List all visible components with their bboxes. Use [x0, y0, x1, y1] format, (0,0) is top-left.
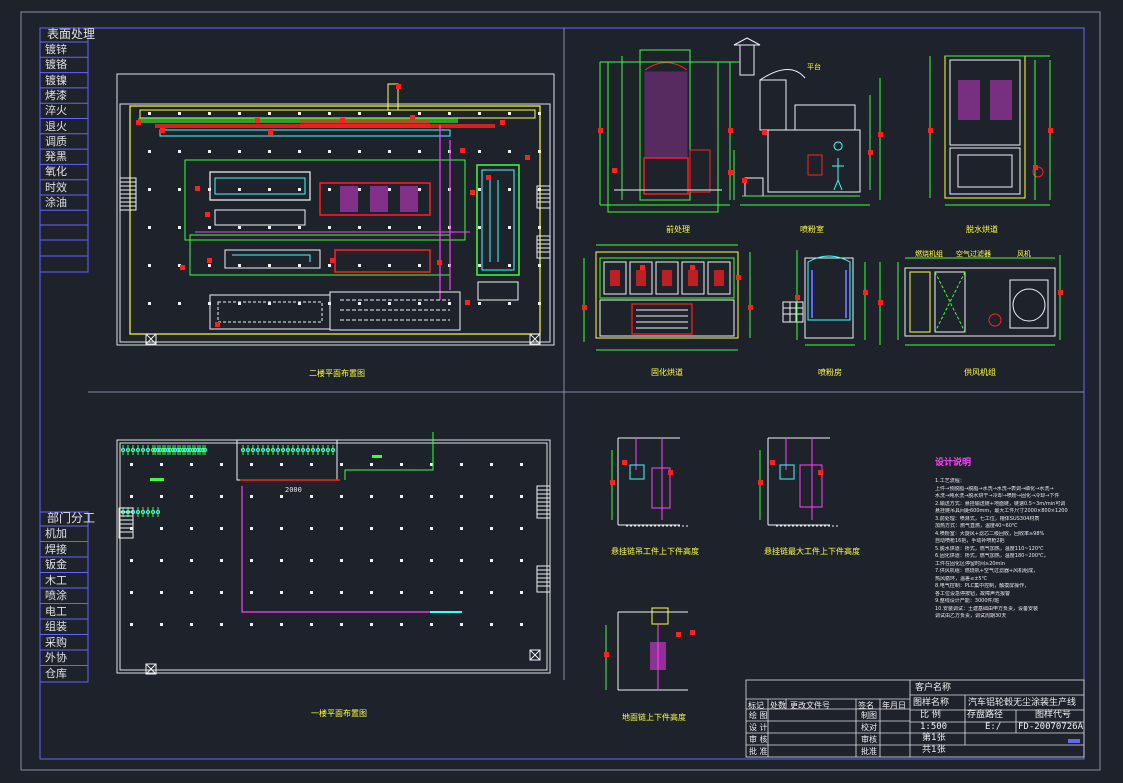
- sheet-total: 共1张: [922, 745, 946, 755]
- dehydration-oven-view: [944, 55, 1044, 199]
- client-label: 客户名称: [915, 683, 952, 693]
- lift-caption-1: 悬挂链吊工件上下件高度: [611, 547, 699, 556]
- notes-line: 自动喷枪16把，手动补喷枪2把: [935, 538, 1005, 544]
- notes-line: 各工位设急停按钮，故障声光报警: [935, 590, 1011, 597]
- department-item: 焊接: [45, 542, 67, 556]
- floor2-caption: 二楼平面布置图: [309, 369, 365, 378]
- department-item: 外协: [45, 651, 67, 664]
- lift-detail-1: [617, 437, 690, 527]
- fan-unit-view: [904, 267, 1056, 337]
- notes-line: 5.脱水烘道：桥式，燃气加热，温度110~120℃: [935, 545, 1044, 552]
- revision-header: 处数: [770, 701, 786, 710]
- notes-line: 8.电气控制：PLC集中控制，触摸屏操作，: [935, 583, 1030, 589]
- notes-line: 7.供风机组：燃烧机+空气过滤器+风机组成，: [935, 568, 1039, 574]
- department-item: 喷涂: [45, 589, 67, 602]
- revision-header: 年月日: [882, 701, 906, 710]
- lift-detail-2: [767, 437, 840, 527]
- powder-room-caption: 喷粉房: [818, 368, 842, 377]
- notes-line: 调试由乙方负责，调试周期30天: [935, 613, 1007, 619]
- design-notes: 1.工艺流程： 上件→预脱脂→脱脂→水洗→水洗→表调→磷化→水洗→ 水洗→纯水洗…: [935, 478, 1085, 621]
- powder-room-view: [782, 255, 854, 339]
- notes-line: 3.前处理：喷淋式，七工位，槽体SUS304材质: [935, 515, 1040, 522]
- title-sign: 批准: [861, 747, 877, 756]
- drawing-code: FD-20070726A: [1018, 722, 1084, 732]
- revision-header: 更改文件号: [790, 701, 830, 710]
- department-item: 电工: [45, 604, 67, 618]
- department-item: 钣金: [45, 558, 67, 571]
- surface-treatment-item: 発黑: [45, 150, 67, 164]
- dehydration-oven-caption: 脱水烘道: [966, 225, 998, 234]
- notes-line: 悬挂链吊具间距600mm，最大工件尺寸2000×800×1200: [935, 508, 1068, 514]
- notes-line: 上件→预脱脂→脱脂→水洗→水洗→表调→磷化→水洗→: [935, 485, 1054, 492]
- surface-treatment-item: 镀锌: [45, 43, 67, 56]
- department-item: 机加: [45, 527, 67, 540]
- surface-treatment-title: 表面处理: [47, 27, 96, 41]
- fan-unit-caption: 供风机组: [964, 368, 996, 377]
- pretreatment-caption: 前处理: [666, 225, 690, 234]
- lift-detail-3: [617, 607, 688, 691]
- department-title: 部门分工: [47, 511, 96, 525]
- notes-line: 热风循环，温差≤±5℃: [935, 575, 988, 582]
- surface-treatment-item: 涂油: [45, 196, 67, 209]
- curing-oven-view: [595, 251, 739, 339]
- lift-caption-2: 悬挂链最大工件上下件高度: [764, 547, 860, 556]
- department-item: 仓库: [45, 666, 67, 680]
- notes-line: 4.喷粉室：大旋风+滤芯二级回收，回收率≥98%: [935, 530, 1045, 537]
- surface-treatment-item: 淬火: [45, 104, 67, 118]
- department-item: 采购: [45, 635, 67, 649]
- platform-callout: 平台: [807, 63, 821, 71]
- surface-treatment-item: 镀镍: [45, 73, 67, 87]
- notes-line: 9.整线设计产能：3000件/班: [935, 598, 1000, 604]
- fan-callout-fan: 风机: [1017, 250, 1031, 258]
- department-item: 木工: [45, 573, 67, 587]
- drawing-frame: [39, 27, 1085, 760]
- pretreatment-view: [607, 49, 722, 213]
- spray-booth-caption: 喷粉室: [800, 225, 824, 234]
- notes-line: 2.输送方式：悬挂输送链+地面链，链速0.5~3m/min可调: [935, 500, 1066, 507]
- department-item: 组装: [45, 620, 67, 633]
- floor1-layout: [116, 432, 551, 675]
- floor2-layout: [116, 73, 555, 346]
- notes-line: 工件在固化区停留时间≥20min: [935, 560, 1005, 567]
- surface-treatment-item: 氧化: [45, 165, 67, 179]
- notes-line: 10.安装调试：土建基础由甲方负责，设备安装: [935, 605, 1038, 612]
- notes-line: 水洗→纯水洗→脱水烘干→冷却→喷粉→固化→冷却→下件: [935, 493, 1060, 499]
- surface-treatment-item: 镀铬: [45, 58, 67, 72]
- floor1-dimension: 2000: [285, 486, 302, 494]
- fan-callout-burner: 燃烧机组: [915, 250, 943, 258]
- surface-treatment-item: 调质: [45, 134, 67, 148]
- spray-booth-view: [733, 37, 861, 197]
- surface-treatment-item: 退火: [45, 119, 67, 133]
- surface-treatment-item: 烤漆: [45, 88, 67, 102]
- lift-caption-3: 地面链上下件高度: [622, 713, 686, 722]
- notes-line: 6.固化烘道：桥式，燃气加热，温度180~200℃，: [935, 553, 1049, 559]
- fan-callout-filter: 空气过滤器: [956, 250, 991, 258]
- floor1-caption: 一楼平面布置图: [311, 709, 367, 718]
- notes-title: 设计说明: [935, 458, 972, 468]
- cad-drawing-canvas: [20, 11, 1101, 771]
- curing-oven-caption: 固化烘道: [651, 368, 683, 377]
- notes-line: 加热方式：燃气直燃，温度40~60℃: [935, 523, 1018, 529]
- title-role: 批 准: [749, 747, 768, 756]
- surface-treatment-item: 时效: [45, 180, 67, 194]
- storage-value: E:/: [985, 722, 1002, 732]
- notes-line: 1.工艺流程：: [935, 478, 965, 484]
